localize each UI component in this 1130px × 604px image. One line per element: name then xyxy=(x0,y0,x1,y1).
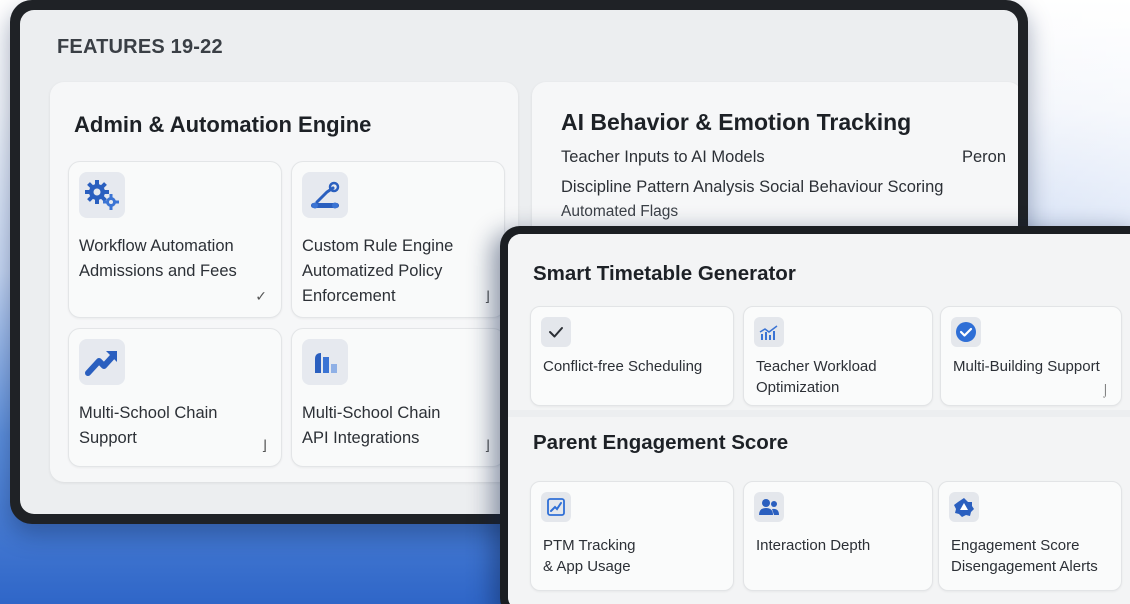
users-icon xyxy=(754,492,784,522)
card-line: Admissions and Fees xyxy=(79,262,237,280)
edit-chart-icon xyxy=(541,492,571,522)
ai-item-teacher-inputs: Teacher Inputs to AI Models xyxy=(561,148,765,166)
ai-item-automated-flags: Automated Flags xyxy=(561,203,679,220)
gears-icon xyxy=(79,172,125,218)
card-line: Optimization xyxy=(756,379,840,396)
card-line: Multi-School Chain xyxy=(79,404,218,422)
robot-arm-icon xyxy=(302,172,348,218)
multi-school-chain-support-card[interactable]: Multi-School Chain Support ⌋ xyxy=(68,328,282,467)
bar-chart-icon xyxy=(302,339,348,385)
custom-rule-engine-card[interactable]: Custom Rule Engine Automatized Policy En… xyxy=(291,161,505,318)
front-tablet-screen: Smart Timetable Generator Conflict-free … xyxy=(508,234,1130,604)
card-line: Support xyxy=(79,429,137,447)
ptm-tracking-card[interactable]: PTM Tracking & App Usage xyxy=(530,481,734,591)
card-line: Multi-Building Support xyxy=(953,358,1100,375)
card-line: Disengagement Alerts xyxy=(951,558,1098,575)
checkmark-icon: ✓ xyxy=(255,288,267,304)
timetable-title: Smart Timetable Generator xyxy=(533,262,796,285)
card-line: Multi-School Chain xyxy=(302,404,441,422)
workflow-automation-card[interactable]: Workflow Automation Admissions and Fees … xyxy=(68,161,282,318)
check-icon xyxy=(541,317,571,347)
card-line: Teacher Workload xyxy=(756,358,877,375)
ai-panel-title: AI Behavior & Emotion Tracking xyxy=(561,109,912,135)
ai-item-peron: Peron xyxy=(962,148,1007,166)
teacher-workload-card[interactable]: Teacher Workload Optimization xyxy=(743,306,933,406)
admin-automation-panel: Admin & Automation Engine Workflow Autom… xyxy=(50,82,518,482)
multi-building-support-card[interactable]: Multi-Building Support ⌡ xyxy=(940,306,1122,406)
card-line: Automatized Policy xyxy=(302,262,443,280)
trend-arrow-icon xyxy=(79,339,125,385)
card-line: Workflow Automation xyxy=(79,237,234,255)
check-circle-icon xyxy=(951,317,981,347)
features-heading: FEATURES 19-22 xyxy=(57,36,223,58)
corner-bracket-icon: ⌋ xyxy=(484,288,490,304)
card-line: Conflict-free Scheduling xyxy=(543,358,703,375)
engagement-title: Parent Engagement Score xyxy=(533,431,789,454)
conflict-free-scheduling-card[interactable]: Conflict-free Scheduling xyxy=(530,306,734,406)
interaction-depth-card[interactable]: Interaction Depth xyxy=(743,481,933,591)
ai-item-discipline: Discipline Pattern Analysis Social Behav… xyxy=(561,178,944,196)
admin-panel-title: Admin & Automation Engine xyxy=(74,112,372,137)
front-tablet-frame: Smart Timetable Generator Conflict-free … xyxy=(500,226,1130,604)
line-chart-icon xyxy=(754,317,784,347)
card-line: PTM Tracking xyxy=(543,537,636,554)
card-line: Custom Rule Engine xyxy=(302,237,454,255)
card-line: & App Usage xyxy=(543,558,631,575)
corner-bracket-icon: ⌋ xyxy=(484,437,490,453)
corner-hook-icon: ⌡ xyxy=(1101,383,1109,397)
engagement-score-card[interactable]: Engagement Score Disengagement Alerts xyxy=(938,481,1122,591)
card-line: Engagement Score xyxy=(951,537,1080,554)
api-integrations-card[interactable]: Multi-School Chain API Integrations ⌋ xyxy=(291,328,505,467)
alert-bell-icon xyxy=(949,492,979,522)
corner-bracket-icon: ⌋ xyxy=(261,437,267,453)
card-line: Enforcement xyxy=(302,287,396,305)
card-line: API Integrations xyxy=(302,429,420,447)
card-line: Interaction Depth xyxy=(756,537,871,554)
